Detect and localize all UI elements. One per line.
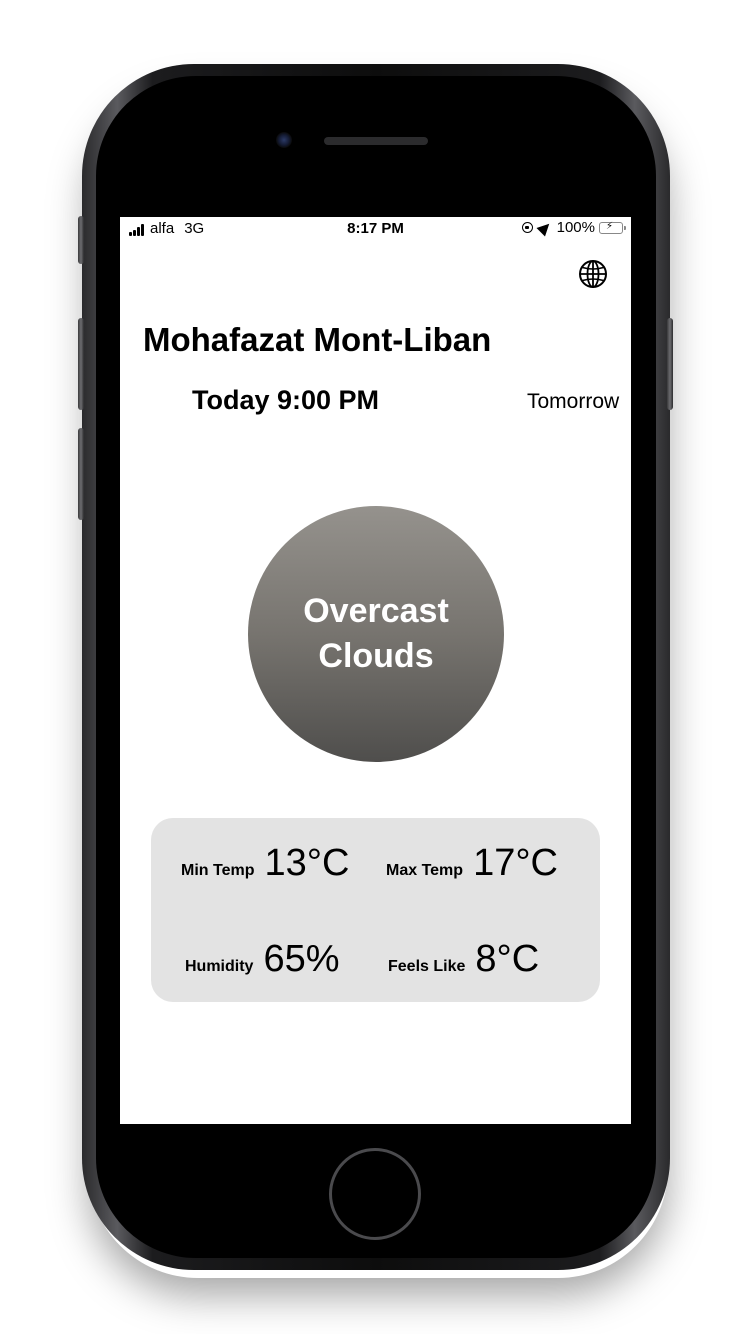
globe-icon[interactable] [578,259,608,289]
home-button[interactable] [329,1148,421,1240]
volume-down-button [78,428,84,520]
location-arrow-icon [536,219,554,236]
orientation-lock-icon [521,222,533,233]
volume-up-button [78,318,84,410]
front-camera [276,132,292,148]
app-screen: alfa 3G 8:17 PM 100% Mohafazat Mont-Liba… [120,217,631,1124]
stat-humidity: Humidity 65% [185,938,340,981]
weather-stats-card: Min Temp 13°C Max Temp 17°C Humidity 65%… [151,818,600,1002]
weather-condition-circle: Overcast Clouds [248,506,504,762]
status-bar: alfa 3G 8:17 PM 100% [120,217,631,241]
min-temp-value: 13°C [264,842,350,884]
battery-icon [599,221,626,234]
stat-min-temp: Min Temp 13°C [181,842,349,885]
humidity-label: Humidity [185,958,254,975]
tab-today[interactable]: Today 9:00 PM [192,385,379,416]
feels-like-value: 8°C [475,938,540,980]
humidity-value: 65% [263,938,340,980]
power-button [667,318,673,410]
status-right: 100% [521,219,626,236]
max-temp-value: 17°C [473,842,558,884]
stat-max-temp: Max Temp 17°C [386,842,558,885]
stat-feels-like: Feels Like 8°C [388,938,539,981]
tab-tomorrow[interactable]: Tomorrow [527,390,619,414]
mute-switch [78,216,84,264]
min-temp-label: Min Temp [181,862,255,879]
earpiece-speaker [324,137,428,145]
condition-label: Overcast Clouds [303,592,449,675]
location-title: Mohafazat Mont-Liban [143,321,492,358]
mockup-stage: alfa 3G 8:17 PM 100% Mohafazat Mont-Liba… [0,0,750,1334]
max-temp-label: Max Temp [386,862,464,879]
feels-like-label: Feels Like [388,958,466,975]
battery-percent: 100% [556,219,595,236]
